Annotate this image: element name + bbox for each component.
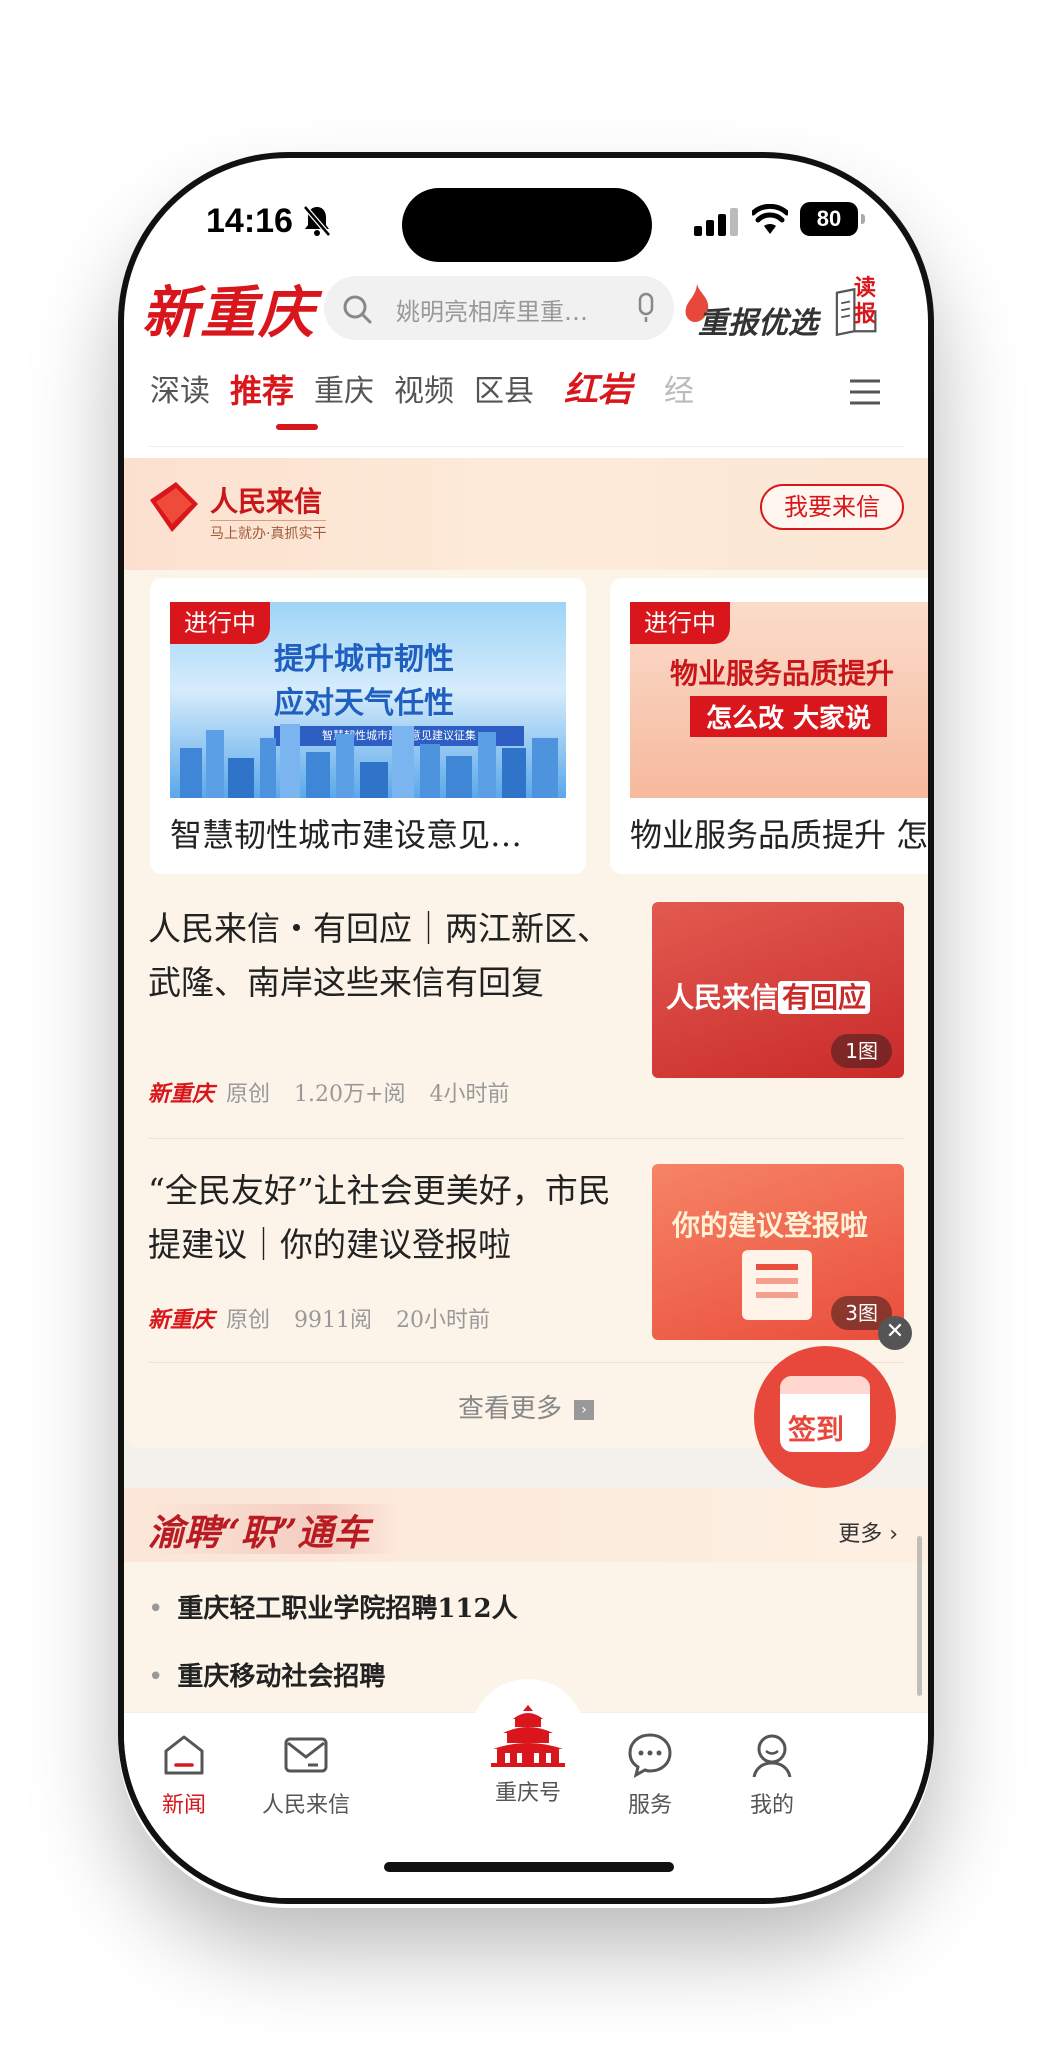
news-feed[interactable]: 人民来信 马上就办·真抓实干 我要来信 提升城市韧性 应对天气任性 智慧韧性城市… [124, 458, 928, 1712]
write-letter-button[interactable]: 我要来信 [760, 484, 904, 530]
bottom-navigation: 新闻 人民来信 重庆号 服务 我的 [124, 1679, 928, 1898]
people-letters-title: 人民来信 [210, 485, 323, 518]
topic-image-subtitle: 应对天气任性 [274, 686, 454, 721]
document-graphic [742, 1250, 812, 1320]
article-source: 新重庆 [148, 1307, 215, 1333]
chongbao-label: 重报优选 [698, 306, 818, 341]
wifi-icon [752, 204, 788, 234]
people-letters-slogan: 马上就办·真抓实干 [210, 520, 327, 543]
article-type: 原创 [226, 1082, 271, 1107]
dynamic-island [402, 188, 652, 262]
checkin-label: 签到 [788, 1413, 845, 1446]
status-bar: 14:16 80 [124, 158, 928, 268]
tab-video[interactable]: 视频 [394, 366, 454, 410]
article-title: “全民友好”让社会更美好，市民提建议｜你的建议登报啦 [148, 1171, 611, 1264]
nav-people-letters[interactable]: 人民来信 [246, 1729, 366, 1819]
bell-muted-icon [303, 205, 331, 237]
people-letters-card: 人民来信 马上就办·真抓实干 我要来信 提升城市韧性 应对天气任性 智慧韧性城市… [124, 458, 928, 1448]
people-letters-logo[interactable]: 人民来信 马上就办·真抓实干 [146, 474, 346, 544]
active-tab-indicator [276, 424, 318, 430]
home-icon [164, 1735, 204, 1775]
nav-label: 重庆号 [494, 1781, 561, 1806]
nav-label: 服务 [627, 1793, 672, 1818]
view-more-label: 查看更多 [457, 1394, 562, 1424]
jobs-title: 渝聘“职”通车 [148, 1504, 400, 1554]
article-time: 4小时前 [429, 1082, 510, 1107]
nav-chongqing-hao[interactable]: 重庆号 [468, 1705, 588, 1807]
status-badge-ongoing: 进行中 [630, 602, 730, 644]
article-source: 新重庆 [148, 1081, 215, 1107]
divider [148, 1138, 904, 1139]
nav-label: 我的 [749, 1793, 794, 1818]
article-item[interactable]: 人民来信・有回应｜两江新区、武隆、南岸这些来信有回复 新重庆 原创 1.20万+阅 4… [148, 902, 904, 1112]
microphone-icon[interactable] [636, 292, 656, 324]
article-reads: 9911阅 [294, 1308, 373, 1333]
tab-chongqing[interactable]: 重庆 [314, 366, 374, 410]
home-indicator [384, 1862, 674, 1872]
search-icon [343, 295, 372, 324]
article-reads: 1.20万+阅 [294, 1082, 406, 1107]
nav-news[interactable]: 新闻 [124, 1729, 244, 1819]
city-skyline-graphic [180, 724, 558, 798]
tab-districts[interactable]: 区县 [474, 366, 534, 410]
article-type: 原创 [226, 1308, 271, 1333]
phone-frame: 14:16 80 新重庆 姚明亮相库里重… 重报优选 读报 深读 推荐 重庆 视… [118, 152, 934, 1904]
nav-label: 新闻 [161, 1793, 206, 1818]
article-meta: 新重庆 原创 9911阅 20小时前 [148, 1302, 490, 1334]
topic-image-title: 物业服务品质提升 [670, 657, 895, 690]
search-bar[interactable]: 姚明亮相库里重… [324, 276, 674, 340]
signal-icon [694, 208, 738, 236]
channel-menu-icon[interactable] [848, 378, 882, 406]
channel-tabs: 深读 推荐 重庆 视频 区县 红岩 经 [124, 354, 928, 438]
chongbao-select-button[interactable]: 重报优选 [684, 284, 818, 341]
checkin-button[interactable]: 签到 [754, 1346, 896, 1488]
tab-deep-read[interactable]: 深读 [150, 366, 210, 410]
read-paper-button[interactable]: 读报 [830, 276, 884, 340]
thumbnail-heading: 人民来信 有回应 [666, 976, 871, 1016]
people-letters-header: 人民来信 马上就办·真抓实干 我要来信 [124, 458, 928, 570]
article-meta: 新重庆 原创 1.20万+阅 4小时前 [148, 1076, 509, 1108]
jobs-more-link[interactable]: 更多 › [838, 1516, 898, 1548]
jobs-header: 渝聘“职”通车 更多 › [124, 1488, 928, 1562]
chevron-right-icon: › [574, 1399, 594, 1420]
battery-indicator: 80 [800, 202, 865, 236]
job-item[interactable]: 重庆移动社会招聘 [148, 1656, 385, 1693]
article-time: 20小时前 [396, 1308, 491, 1333]
read-paper-label: 读报 [854, 276, 877, 327]
user-icon [752, 1734, 792, 1778]
header-divider [148, 446, 904, 447]
status-time: 14:16 [206, 202, 293, 240]
close-icon[interactable]: ✕ [878, 1316, 912, 1350]
screen: 14:16 80 新重庆 姚明亮相库里重… 重报优选 读报 深读 推荐 重庆 视… [124, 158, 928, 1898]
image-count-badge: 1图 [831, 1034, 892, 1068]
mail-icon [284, 1737, 328, 1773]
thumbnail-heading: 你的建议登报啦 [672, 1209, 869, 1242]
article-thumbnail: 人民来信 有回应 1图 [652, 902, 904, 1078]
topic-caption: 物业服务品质提升 怎 [630, 816, 928, 854]
topic-image-title: 提升城市韧性 [274, 642, 454, 677]
nav-label: 人民来信 [261, 1793, 350, 1818]
tab-recommend[interactable]: 推荐 [230, 366, 294, 412]
status-badge-ongoing: 进行中 [170, 602, 270, 644]
topic-carousel[interactable]: 提升城市韧性 应对天气任性 智慧韧性城市建设意见建议征集 [124, 578, 928, 874]
scrollbar[interactable] [917, 1536, 922, 1696]
search-placeholder: 姚明亮相库里重… [396, 298, 588, 326]
tab-hongyan[interactable]: 红岩 [564, 362, 632, 411]
article-title: 人民来信・有回应｜两江新区、武隆、南岸这些来信有回复 [148, 909, 610, 1002]
nav-profile[interactable]: 我的 [712, 1729, 832, 1819]
red-book-icon [150, 482, 198, 532]
article-thumbnail: 你的建议登报啦 3图 [652, 1164, 904, 1340]
chat-icon [628, 1733, 672, 1778]
nav-services[interactable]: 服务 [590, 1729, 710, 1819]
topic-card[interactable]: 提升城市韧性 应对天气任性 智慧韧性城市建设意见建议征集 [150, 578, 586, 874]
job-item[interactable]: 重庆轻工职业学院招聘112人 [148, 1588, 517, 1625]
hall-icon [491, 1705, 565, 1767]
tab-economy[interactable]: 经 [664, 366, 694, 410]
topic-image-subtitle: 怎么改 大家说 [690, 696, 888, 737]
article-item[interactable]: “全民友好”让社会更美好，市民提建议｜你的建议登报啦 新重庆 原创 9911阅 20小… [148, 1164, 904, 1344]
topic-caption: 智慧韧性城市建设意见… [170, 816, 523, 854]
app-logo[interactable]: 新重庆 [142, 268, 316, 349]
topic-card[interactable]: 物业服务品质提升 怎么改 大家说 进行中 物业服务品质提升 怎 [610, 578, 928, 874]
